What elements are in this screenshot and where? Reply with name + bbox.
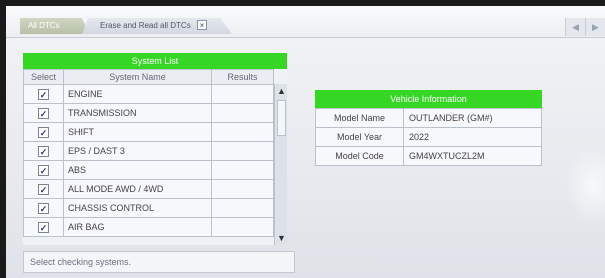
select-checkbox[interactable]: ✓	[38, 107, 49, 119]
chevron-left-icon[interactable]: ◀	[565, 18, 585, 36]
system-name: SHIFT	[63, 122, 212, 142]
table-row[interactable]: ✓ ENGINE	[23, 84, 274, 104]
select-checkbox[interactable]: ✓	[38, 221, 49, 233]
select-checkbox[interactable]: ✓	[38, 164, 49, 176]
status-message: Select checking systems.	[23, 251, 295, 273]
field-value: GM4WXTUCZL2M	[403, 146, 542, 166]
system-result	[211, 160, 274, 180]
column-header-select: Select	[23, 69, 64, 85]
select-checkbox[interactable]: ✓	[38, 183, 49, 195]
system-result	[211, 179, 274, 199]
system-name: ABS	[63, 160, 212, 180]
tab-nav: ◀ ▶	[565, 18, 605, 36]
system-result	[211, 103, 274, 123]
system-list-scrollbar[interactable]: ▲ ▼	[274, 84, 287, 245]
system-result	[211, 141, 274, 161]
table-header-row: Select System Name Results	[23, 69, 274, 85]
select-checkbox[interactable]: ✓	[38, 145, 49, 157]
field-label: Model Name	[315, 108, 404, 128]
system-list-title: System List	[23, 53, 287, 69]
system-result	[211, 198, 274, 218]
vehicle-info-panel: Vehicle Information Model Name OUTLANDER…	[315, 90, 542, 166]
select-checkbox[interactable]: ✓	[38, 126, 49, 138]
table-row[interactable]: ✓ ALL MODE AWD / 4WD	[23, 179, 274, 199]
select-checkbox[interactable]: ✓	[38, 88, 49, 100]
screen-glare	[565, 146, 605, 226]
vehicle-info-row: Model Name OUTLANDER (GM#)	[315, 108, 542, 128]
system-list-table: Select System Name Results ✓ ENGINE ✓ TR…	[23, 69, 274, 237]
system-result	[211, 84, 274, 104]
field-value: 2022	[403, 127, 542, 147]
table-row[interactable]: ✓ AIR BAG	[23, 217, 274, 237]
system-name: ALL MODE AWD / 4WD	[63, 179, 212, 199]
vehicle-info-title: Vehicle Information	[315, 90, 542, 108]
table-row[interactable]: ✓ ABS	[23, 160, 274, 180]
table-row[interactable]: ✓ SHIFT	[23, 122, 274, 142]
system-list-panel: System List Select System Name Results ✓…	[23, 53, 287, 245]
tab-label: Erase and Read all DTCs	[100, 21, 191, 30]
vehicle-info-row: Model Year 2022	[315, 127, 542, 147]
close-icon[interactable]: ×	[196, 20, 207, 30]
tab-label: All DTCs	[28, 21, 60, 30]
field-label: Model Code	[315, 146, 404, 166]
scroll-thumb[interactable]	[277, 100, 286, 136]
field-label: Model Year	[315, 127, 404, 147]
chevron-right-icon[interactable]: ▶	[585, 18, 605, 36]
field-value: OUTLANDER (GM#)	[403, 108, 542, 128]
system-result	[211, 122, 274, 142]
select-checkbox[interactable]: ✓	[38, 202, 49, 214]
vehicle-info-table: Model Name OUTLANDER (GM#) Model Year 20…	[315, 108, 542, 166]
scroll-up-icon[interactable]: ▲	[275, 84, 288, 98]
system-name: AIR BAG	[63, 217, 212, 237]
tab-erase-read-all-dtcs[interactable]: Erase and Read all DTCs ×	[82, 18, 232, 34]
table-row[interactable]: ✓ CHASSIS CONTROL	[23, 198, 274, 218]
system-name: TRANSMISSION	[63, 103, 212, 123]
column-header-system-name: System Name	[63, 69, 212, 85]
scroll-down-icon[interactable]: ▼	[275, 231, 288, 245]
system-name: EPS / DAST 3	[63, 141, 212, 161]
column-header-results: Results	[211, 69, 274, 85]
table-row[interactable]: ✓ EPS / DAST 3	[23, 141, 274, 161]
system-result	[211, 217, 274, 237]
diagnostic-screen: All DTCs Erase and Read all DTCs × ◀ ▶ S…	[6, 6, 605, 278]
tab-bar: All DTCs Erase and Read all DTCs × ◀ ▶	[6, 6, 605, 38]
vehicle-info-row: Model Code GM4WXTUCZL2M	[315, 146, 542, 166]
tab-all-dtcs[interactable]: All DTCs	[20, 18, 90, 34]
system-name: ENGINE	[63, 84, 212, 104]
system-name: CHASSIS CONTROL	[63, 198, 212, 218]
table-row[interactable]: ✓ TRANSMISSION	[23, 103, 274, 123]
